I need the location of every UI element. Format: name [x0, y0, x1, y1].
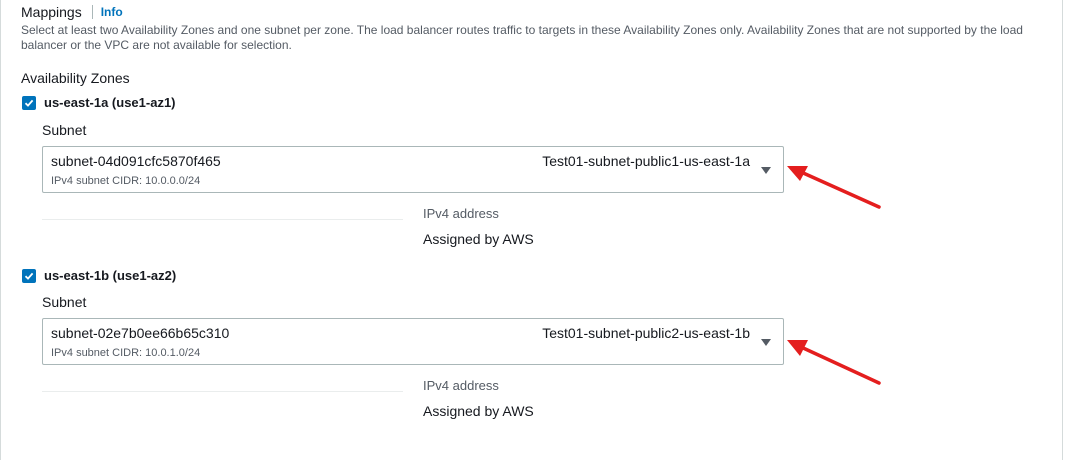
ipv4-address-value: Assigned by AWS: [423, 403, 534, 419]
red-arrow-icon: [787, 340, 881, 385]
section-description: Select at least two Availability Zones a…: [21, 23, 1023, 52]
ipv4-address-label: IPv4 address: [423, 206, 499, 221]
red-arrow-icon: [787, 166, 881, 209]
az-label: us-east-1a (use1-az1): [44, 95, 176, 110]
subnet-label: Subnet: [42, 294, 87, 310]
subnet-label: Subnet: [42, 122, 87, 138]
checkmark-icon[interactable]: [22, 95, 36, 110]
caret-down-icon: [761, 167, 771, 174]
az-checkbox-us-east-1a[interactable]: us-east-1a (use1-az1): [22, 95, 176, 110]
subnet-cidr: IPv4 subnet CIDR: 10.0.0.0/24: [51, 175, 201, 187]
mappings-panel: Mappings Info Select at least two Availa…: [0, 0, 1063, 460]
title-divider: [91, 5, 93, 19]
ipv4-address-value: Assigned by AWS: [423, 231, 534, 247]
subnet-select-us-east-1b[interactable]: subnet-02e7b0ee66b65c310 IPv4 subnet CID…: [42, 318, 784, 365]
subnet-select-us-east-1a[interactable]: subnet-04d091cfc5870f465 IPv4 subnet CID…: [42, 146, 784, 193]
checkmark-icon[interactable]: [22, 268, 36, 283]
ipv4-address-label: IPv4 address: [423, 378, 499, 393]
divider: [42, 219, 403, 220]
availability-zones-heading: Availability Zones: [21, 70, 130, 86]
subnet-name: Test01-subnet-public2-us-east-1b: [542, 325, 750, 341]
subnet-cidr: IPv4 subnet CIDR: 10.0.1.0/24: [51, 347, 201, 359]
caret-down-icon: [761, 339, 771, 346]
divider: [42, 391, 403, 392]
subnet-name: Test01-subnet-public1-us-east-1a: [542, 153, 750, 169]
subnet-id: subnet-04d091cfc5870f465: [51, 153, 221, 169]
section-title: Mappings: [21, 4, 82, 20]
az-label: us-east-1b (use1-az2): [44, 268, 177, 283]
az-checkbox-us-east-1b[interactable]: us-east-1b (use1-az2): [22, 268, 176, 283]
section-header: Mappings Info: [21, 4, 123, 20]
subnet-id: subnet-02e7b0ee66b65c310: [51, 325, 230, 341]
info-link[interactable]: Info: [101, 5, 123, 19]
